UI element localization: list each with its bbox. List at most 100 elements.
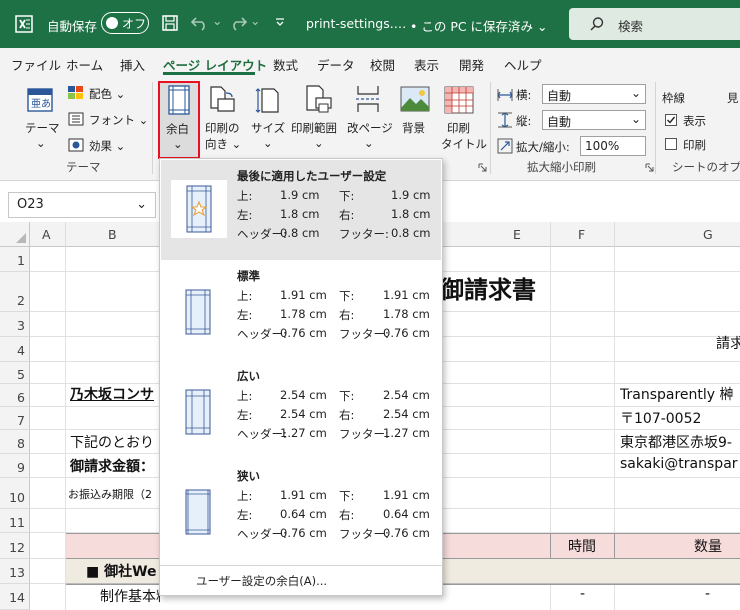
margin-preview — [171, 180, 227, 238]
headings-label: 見 — [727, 91, 739, 105]
column-divider — [614, 222, 615, 247]
label-left: 左: — [237, 508, 253, 522]
row-header-13[interactable]: 13 — [0, 559, 30, 584]
orientation-button[interactable]: 印刷の 向き ⌄ — [204, 84, 246, 158]
margin-option-normal[interactable]: 標準 上: 1.91 cm 下: 1.91 cm 左: 1.78 cm 右: 1… — [161, 260, 441, 360]
menu-divider — [160, 565, 442, 566]
group-separator — [655, 82, 656, 174]
file-name[interactable]: print-settings.… — [306, 16, 406, 31]
scale-input[interactable]: 100% — [580, 136, 646, 156]
column-divider — [65, 222, 66, 247]
dialog-launcher-icon[interactable] — [478, 163, 487, 172]
gridlines-view-checkbox[interactable] — [665, 114, 677, 126]
width-select[interactable]: 自動 ⌄ — [542, 84, 646, 104]
value-left: 1.78 cm — [280, 307, 327, 321]
row-header-14[interactable]: 14 — [0, 584, 30, 610]
row-header-3[interactable]: 3 — [0, 312, 30, 337]
option-title: 狭い — [237, 469, 260, 483]
breaks-chevron: ⌄ — [364, 136, 374, 150]
size-icon — [255, 88, 279, 113]
option-title: 最後に適用したユーザー設定 — [237, 169, 387, 183]
background-button[interactable]: 背景 — [398, 84, 432, 158]
select-all-button[interactable] — [0, 222, 30, 247]
column-header-b[interactable]: B — [108, 227, 117, 242]
print-titles-button[interactable]: 印刷 タイトル — [438, 84, 487, 158]
ribbon-tabs: ファイル ホーム 挿入 ページ レイアウト 数式 データ 校閲 表示 開発 ヘル… — [0, 48, 740, 76]
custom-margins-item[interactable]: ユーザー設定の余白(A)... — [160, 567, 442, 593]
column-header-a[interactable]: A — [42, 227, 51, 242]
row-header-4[interactable]: 4 — [0, 337, 30, 362]
save-icon[interactable] — [161, 14, 179, 32]
row-header-11[interactable]: 11 — [0, 509, 30, 533]
tab-insert[interactable]: 挿入 — [120, 55, 145, 74]
colors-icon — [68, 86, 84, 100]
print-titles-label-1: 印刷 — [447, 121, 470, 135]
hours-header: 時間 — [568, 539, 596, 555]
chevron-down-icon: ⌄ — [136, 197, 147, 212]
background-icon — [400, 86, 430, 112]
value-top: 1.91 cm — [280, 288, 327, 302]
column-header-g[interactable]: G — [703, 227, 713, 242]
label-footer: フッター: — [339, 527, 389, 541]
row-header-8[interactable]: 8 — [0, 430, 30, 454]
excel-logo-icon[interactable] — [14, 14, 34, 34]
autosave-toggle[interactable]: オフ — [101, 12, 149, 34]
intro-text: 下記のとおり — [70, 435, 154, 451]
tab-help[interactable]: ヘルプ — [504, 55, 542, 74]
margin-option-last-custom[interactable]: 最後に適用したユーザー設定 上: 1.9 cm 下: 1.9 cm 左: 1.8… — [161, 160, 441, 260]
row-header-1[interactable]: 1 — [0, 247, 30, 272]
tab-formulas[interactable]: 数式 — [273, 55, 298, 74]
tab-view[interactable]: 表示 — [414, 55, 439, 74]
value-bottom: 1.91 cm — [383, 488, 430, 502]
label-footer: フッター: — [339, 327, 389, 341]
height-select[interactable]: 自動 ⌄ — [542, 110, 646, 130]
redo-dropdown-icon[interactable]: ⌄ — [250, 13, 260, 28]
customize-toolbar-icon[interactable] — [274, 16, 286, 28]
undo-dropdown-icon[interactable]: ⌄ — [212, 13, 222, 28]
effects-button[interactable]: 効果 ⌄ — [89, 138, 125, 154]
label-top: 上: — [237, 389, 253, 403]
column-header-e[interactable]: E — [513, 227, 521, 242]
print-area-button[interactable]: 印刷範囲 ⌄ — [290, 84, 346, 158]
row-header-2[interactable]: 2 — [0, 272, 30, 312]
tab-file[interactable]: ファイル — [11, 55, 61, 74]
margin-option-wide[interactable]: 広い 上: 2.54 cm 下: 2.54 cm 左: 2.54 cm 右: 2… — [161, 360, 441, 460]
breaks-button[interactable]: 改ページ ⌄ — [346, 84, 393, 158]
redo-icon[interactable] — [228, 14, 248, 32]
tab-developer[interactable]: 開発 — [459, 55, 484, 74]
breaks-label: 改ページ — [347, 121, 393, 135]
save-location[interactable]: • この PC に保存済み ⌄ — [410, 16, 548, 35]
column-header-f[interactable]: F — [578, 227, 585, 242]
search-box[interactable]: 検索 — [569, 8, 740, 40]
row-header-9[interactable]: 9 — [0, 454, 30, 478]
fonts-button[interactable]: フォント ⌄ — [89, 112, 148, 128]
row-header-12[interactable]: 12 — [0, 533, 30, 559]
label-left: 左: — [237, 308, 253, 322]
gridlines-print-label: 印刷 — [683, 138, 706, 152]
autosave-label: 自動保存 — [47, 19, 98, 34]
tab-review[interactable]: 校閲 — [370, 55, 395, 74]
page-preview-icon — [186, 185, 212, 233]
colors-button[interactable]: 配色 ⌄ — [89, 86, 125, 102]
row-header-5[interactable]: 5 — [0, 362, 30, 384]
name-box[interactable]: O23 ⌄ — [8, 192, 156, 218]
company-email: sakaki@transpar — [620, 456, 738, 472]
margins-button[interactable]: 余白 ⌄ — [158, 81, 200, 159]
margin-option-narrow[interactable]: 狭い 上: 1.91 cm 下: 1.91 cm 左: 0.64 cm 右: 0… — [161, 460, 441, 560]
gridlines-print-checkbox[interactable] — [665, 138, 677, 150]
row-header-6[interactable]: 6 — [0, 384, 30, 407]
themes-button[interactable]: 亜あ テーマ ⌄ — [22, 84, 60, 158]
tab-home[interactable]: ホーム — [66, 55, 103, 74]
size-button[interactable]: サイズ ⌄ — [250, 84, 286, 158]
toggle-knob — [106, 17, 118, 29]
themes-icon: 亜あ — [27, 88, 53, 112]
search-placeholder: 検索 — [618, 19, 644, 34]
dialog-launcher-icon[interactable] — [645, 163, 654, 172]
scale-label: 拡大/縮小: — [516, 140, 570, 154]
tab-data[interactable]: データ — [317, 55, 355, 74]
print-titles-label-2: タイトル — [441, 137, 487, 151]
row-header-10[interactable]: 10 — [0, 478, 30, 509]
label-footer: フッター: — [339, 227, 389, 241]
undo-icon[interactable] — [190, 14, 210, 32]
row-header-7[interactable]: 7 — [0, 407, 30, 430]
